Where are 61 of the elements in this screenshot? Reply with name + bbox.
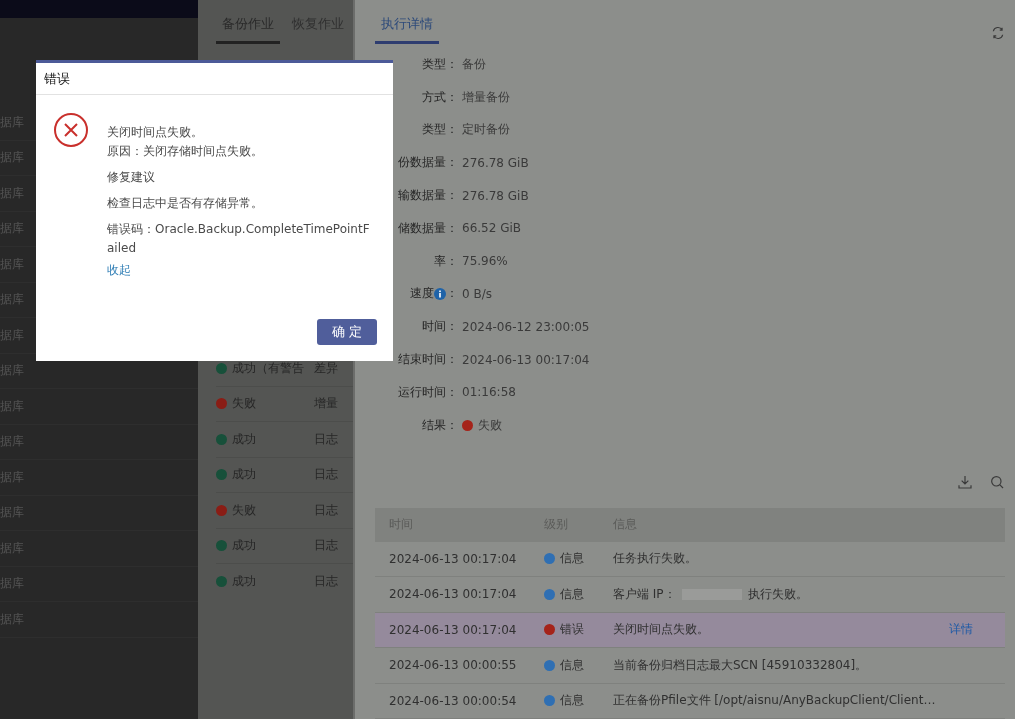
field-label: 类型： [422,121,458,139]
download-icon[interactable] [957,473,973,490]
log-row[interactable]: 2024-06-13 00:17:04 信息 任务执行失败。 [375,541,1005,578]
field-label: 时间： [422,318,458,336]
field-value: 75.96% [462,254,508,269]
error-code: 错误码：Oracle.Backup.CompleteTimePointFailed [107,221,371,257]
refresh-icon[interactable] [991,26,1005,40]
search-icon[interactable] [989,473,1005,490]
field-label: 结束时间： [398,351,458,369]
table-cell: 信息 [560,550,584,568]
table-cell: 任务执行失败。 [613,550,697,568]
ok-button[interactable]: 确 定 [317,319,377,345]
table-cell: 当前备份归档日志最大SCN [45910332804]。 [613,656,868,674]
log-row[interactable]: 2024-06-13 00:17:04 错误 关闭时间点失败。 详情 [375,612,1005,649]
field-value: 276.78 GiB [462,188,529,203]
field-label: 份数据量： [398,154,458,172]
field-label: 输数据量： [398,187,458,205]
field-value: 66.52 GiB [462,221,522,236]
field-value: 2024-06-13 00:17:04 [462,352,590,367]
table-cell: 信息 [560,656,584,674]
field-value: 失败 [478,416,502,434]
table-cell-text: 2024-06-13 00:17:04 [389,622,518,637]
table-cell: 客户端 IP： [613,585,676,603]
log-row[interactable]: 2024-06-13 00:00:55 信息 当前备份归档日志最大SCN [45910332804]。 [375,648,1005,684]
table-cell: 正在备份Pfile文件 [/opt/aisnu/AnyBackupClient/Client… [613,692,936,710]
field-value: 2024-06-12 23:00:05 [462,319,590,334]
field-value: 276.78 GiB [462,155,529,170]
table-cell: 执行失败。 [747,585,808,603]
dialog-title: 错误 [44,69,70,88]
suggestion-title: 修复建议 [107,169,156,186]
table-cell-text: 2024-06-13 00:17:04 [389,587,518,602]
info-icon[interactable] [434,287,446,300]
table-cell: 信息 [560,692,584,710]
suggestion-text: 检查日志中是否有存储异常。 [107,195,264,212]
field-label: 结果： [422,416,458,434]
table-cell: 信息 [560,585,584,603]
error-icon [53,112,89,148]
field-value: 01:16:58 [462,385,516,400]
tab[interactable]: 执行详情 [375,15,439,44]
field-value: 增量备份 [462,88,510,106]
field-value: 定时备份 [462,121,510,139]
field-label: ： [446,285,458,303]
table-cell-text: 2024-06-13 00:17:04 [389,551,518,566]
error-message: 原因：关闭存储时间点失败。 [107,143,264,160]
log-row[interactable]: 2024-06-13 00:00:54 信息 正在备份Pfile文件 [/opt/aisnu/AnyBackupClient/Client… [375,683,1005,719]
field-label: 方式： [422,88,458,106]
details-link[interactable]: 详情 [949,621,973,639]
error-message: 关闭时间点失败。 [107,124,204,141]
field-label: 运行时间： [398,383,458,401]
field-label: 类型： [422,55,458,73]
log-row[interactable]: 2024-06-13 00:17:04 信息 客户端 IP： 执行失败。 [375,577,1005,613]
field-label: 储数据量： [398,219,458,237]
field-label: 率： [434,252,458,270]
table-cell-text: 2024-06-13 00:00:55 [389,658,518,673]
collapse-link[interactable]: 收起 [107,262,131,279]
table-cell-text: 2024-06-13 00:00:54 [389,693,518,708]
field-value: 备份 [462,55,486,73]
table-cell: 关闭时间点失败。 [613,621,709,639]
field-label: 速度 [410,285,434,303]
table-cell: 错误 [560,621,584,639]
field-value: 0 B/s [462,286,492,301]
